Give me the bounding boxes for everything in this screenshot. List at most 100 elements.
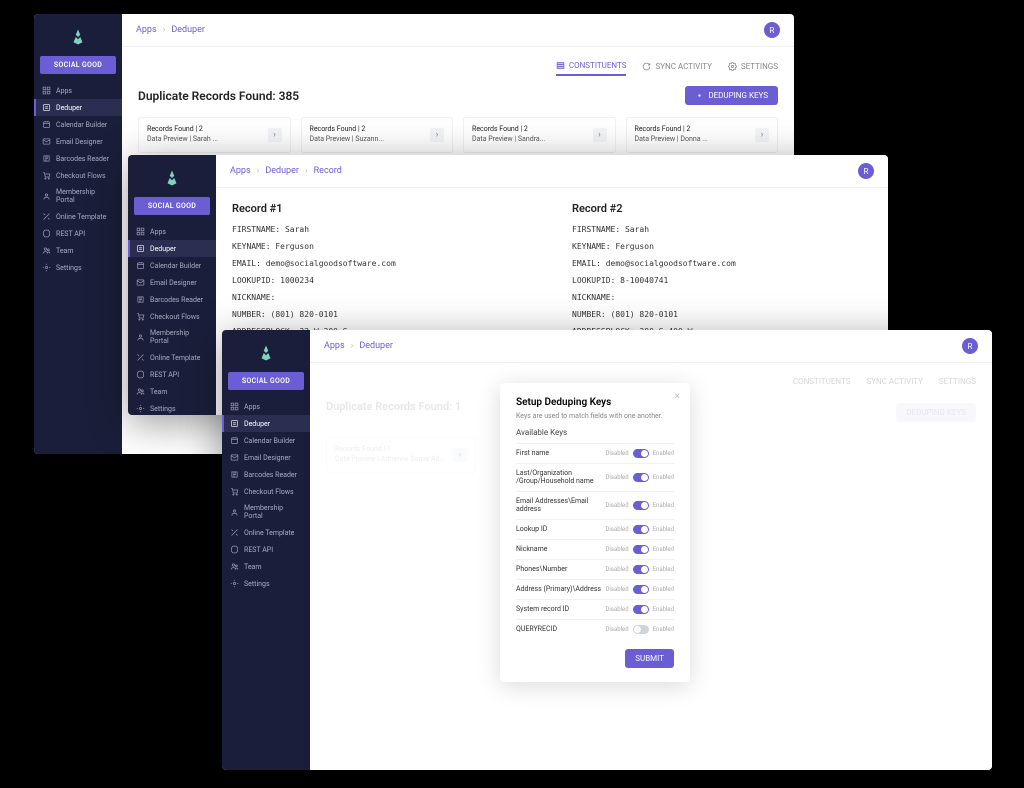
tab-sync-activity[interactable]: SYNC ACTIVITY <box>642 62 711 75</box>
nav-icon <box>42 171 51 180</box>
sidebar-item-calendar-builder[interactable]: Calendar Builder <box>34 116 122 133</box>
deduping-keys-button[interactable]: DEDUPING KEYS <box>685 86 778 105</box>
tab-constituents[interactable]: CONSTITUENTS <box>556 61 627 76</box>
crumb-apps[interactable]: Apps <box>324 341 345 351</box>
sidebar-item-checkout-flows[interactable]: Checkout Flows <box>222 483 310 500</box>
duplicate-card[interactable]: Records Found | 2Data Preview | Donna ..… <box>626 117 779 153</box>
sidebar-item-apps[interactable]: Apps <box>34 82 122 99</box>
sidebar-item-deduper[interactable]: Deduper <box>128 240 216 257</box>
enabled-label: Enabled <box>653 450 674 457</box>
button-label: DEDUPING KEYS <box>708 91 768 100</box>
toggle-switch[interactable] <box>633 605 649 614</box>
toggle-switch[interactable] <box>633 545 649 554</box>
sidebar-item-settings[interactable]: Settings <box>34 259 122 276</box>
toggle-switch[interactable] <box>633 625 649 634</box>
modal-subtitle: Keys are used to match fields with one a… <box>516 412 674 420</box>
toggle-switch[interactable] <box>633 501 649 510</box>
toggle-switch[interactable] <box>633 585 649 594</box>
enabled-label: Enabled <box>653 626 674 633</box>
sidebar-item-apps[interactable]: Apps <box>128 223 216 240</box>
sync-icon <box>642 62 651 71</box>
sidebar-item-email-designer[interactable]: Email Designer <box>222 449 310 466</box>
submit-button[interactable]: SUBMIT <box>625 649 674 668</box>
avatar[interactable]: R <box>962 338 978 354</box>
tab-settings: SETTINGS <box>939 377 976 390</box>
nav-label: Apps <box>150 228 166 236</box>
list-icon <box>556 61 565 70</box>
crumb-apps[interactable]: Apps <box>230 166 251 176</box>
key-row: Email Addresses\Email addressDisabledEna… <box>516 491 674 519</box>
sidebar-item-settings[interactable]: Settings <box>128 400 216 415</box>
sidebar-item-team[interactable]: Team <box>222 558 310 575</box>
sidebar-item-checkout-flows[interactable]: Checkout Flows <box>128 308 216 325</box>
sidebar-item-membership-portal[interactable]: Membership Portal <box>34 184 122 208</box>
card-count: Records Found | 2 <box>635 125 708 135</box>
duplicate-card[interactable]: Records Found | 2Data Preview | Sarah ..… <box>138 117 291 153</box>
toggle-switch[interactable] <box>633 473 649 482</box>
card-count: Records Found | 2 <box>310 125 384 135</box>
card-count: Records Found | 2 <box>147 125 218 135</box>
duplicate-card[interactable]: Records Found | 2Data Preview | Suzann..… <box>301 117 454 153</box>
sidebar-item-checkout-flows[interactable]: Checkout Flows <box>34 167 122 184</box>
crumb-record[interactable]: Record <box>314 166 342 176</box>
sidebar-item-team[interactable]: Team <box>128 383 216 400</box>
enabled-label: Enabled <box>653 546 674 553</box>
nav-icon <box>136 333 145 342</box>
sidebar-item-rest-api[interactable]: REST API <box>34 225 122 242</box>
key-label: Email Addresses\Email address <box>516 497 605 514</box>
sidebar-item-email-designer[interactable]: Email Designer <box>34 133 122 150</box>
sidebar-item-online-template[interactable]: Online Template <box>128 349 216 366</box>
enabled-label: Enabled <box>653 586 674 593</box>
sidebar-item-barcodes-reader[interactable]: Barcodes Reader <box>222 466 310 483</box>
avatar[interactable]: R <box>764 22 780 38</box>
nav-label: REST API <box>244 546 273 554</box>
sidebar-item-rest-api[interactable]: REST API <box>222 541 310 558</box>
crumb-deduper[interactable]: Deduper <box>265 166 299 176</box>
sidebar-item-online-template[interactable]: Online Template <box>222 524 310 541</box>
sidebar-item-membership-portal[interactable]: Membership Portal <box>222 500 310 524</box>
close-icon[interactable]: × <box>675 391 680 402</box>
sidebar-item-online-template[interactable]: Online Template <box>34 208 122 225</box>
sidebar-item-deduper[interactable]: Deduper <box>222 415 310 432</box>
sidebar-item-barcodes-reader[interactable]: Barcodes Reader <box>34 150 122 167</box>
avatar[interactable]: R <box>858 163 874 179</box>
sidebar-item-calendar-builder[interactable]: Calendar Builder <box>128 257 216 274</box>
brand-badge: SOCIAL GOOD <box>228 372 304 390</box>
sidebar-item-deduper[interactable]: Deduper <box>34 99 122 116</box>
tab-constituents: CONSTITUENTS <box>793 377 851 390</box>
key-row: NicknameDisabledEnabled <box>516 539 674 559</box>
sidebar-item-barcodes-reader[interactable]: Barcodes Reader <box>128 291 216 308</box>
record-field: FIRSTNAME: Sarah <box>232 225 532 234</box>
sidebar-item-apps[interactable]: Apps <box>222 398 310 415</box>
sidebar-item-settings[interactable]: Settings <box>222 575 310 592</box>
nav-label: Email Designer <box>150 279 197 287</box>
sidebar-item-calendar-builder[interactable]: Calendar Builder <box>222 432 310 449</box>
toggle-switch[interactable] <box>633 565 649 574</box>
tab-settings[interactable]: SETTINGS <box>728 62 778 75</box>
disabled-label: Disabled <box>605 502 628 509</box>
toggle-switch[interactable] <box>633 449 649 458</box>
chevron-right-icon: › <box>305 166 308 176</box>
duplicate-card[interactable]: Records Found | 2Data Preview | Sandra..… <box>463 117 616 153</box>
toggle-switch[interactable] <box>633 525 649 534</box>
sidebar-item-email-designer[interactable]: Email Designer <box>128 274 216 291</box>
crumb-deduper[interactable]: Deduper <box>171 25 205 35</box>
nav-label: Barcodes Reader <box>244 471 297 479</box>
gear-icon <box>695 91 704 100</box>
record-field: EMAIL: demo@socialgoodsoftware.com <box>572 259 872 268</box>
nav-icon <box>230 487 239 496</box>
sidebar-item-team[interactable]: Team <box>34 242 122 259</box>
nav-icon <box>230 545 239 554</box>
nav-icon <box>230 579 239 588</box>
sidebar-item-rest-api[interactable]: REST API <box>128 366 216 383</box>
card-count: Records Found | 2 <box>472 125 545 135</box>
key-row: Phones\NumberDisabledEnabled <box>516 559 674 579</box>
brand-badge: SOCIAL GOOD <box>134 197 210 215</box>
breadcrumb: Apps › Deduper <box>324 341 393 351</box>
sidebar-item-membership-portal[interactable]: Membership Portal <box>128 325 216 349</box>
sidebar: SOCIAL GOOD Apps DeduperCalendar BuilderE… <box>222 330 310 770</box>
nav-label: Apps <box>244 403 260 411</box>
crumb-apps[interactable]: Apps <box>136 25 157 35</box>
crumb-deduper[interactable]: Deduper <box>359 341 393 351</box>
deduping-keys-button: DEDUPING KEYS <box>896 403 976 422</box>
